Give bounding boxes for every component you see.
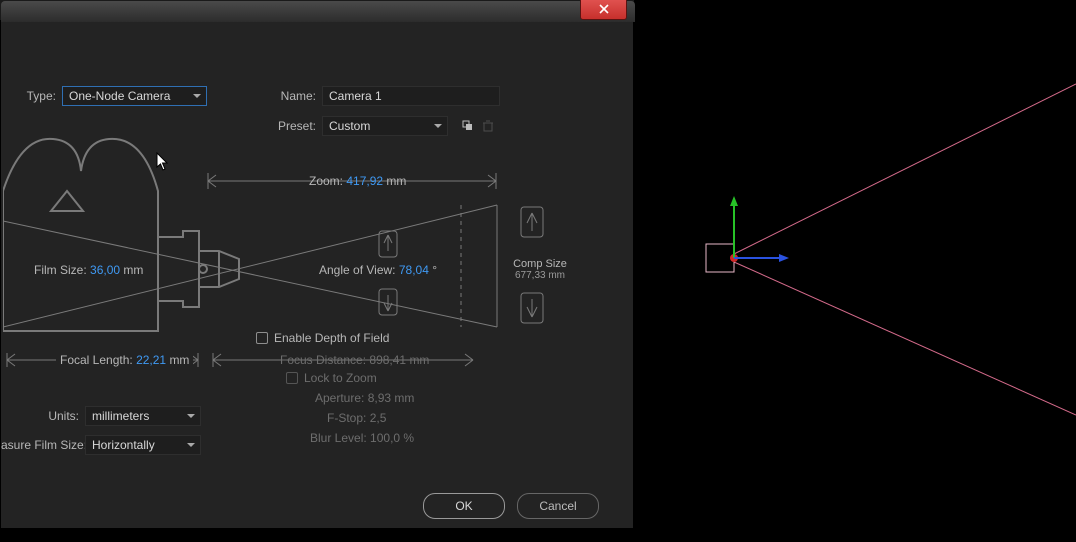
film-size-label: Film Size: bbox=[34, 263, 87, 277]
preset-select[interactable]: Custom bbox=[322, 116, 448, 136]
measure-film-size-label: asure Film Size: bbox=[1, 438, 79, 452]
fstop-value: 2,5 bbox=[370, 411, 387, 425]
focus-distance-unit: mm bbox=[409, 353, 429, 367]
type-label: Type: bbox=[1, 89, 56, 103]
close-icon bbox=[599, 4, 609, 14]
aperture-label: Aperture: bbox=[315, 391, 364, 405]
aperture-unit: mm bbox=[394, 391, 414, 405]
name-label: Name: bbox=[256, 89, 316, 103]
ok-button[interactable]: OK bbox=[423, 493, 505, 519]
cancel-button-label: Cancel bbox=[539, 499, 576, 513]
angle-of-view-value[interactable]: 78,04 bbox=[399, 263, 429, 277]
blur-level-unit: % bbox=[403, 431, 414, 445]
save-preset-button[interactable] bbox=[458, 116, 478, 136]
fstop-label: F-Stop: bbox=[327, 411, 366, 425]
blur-level-value: 100,0 bbox=[370, 431, 400, 445]
measure-film-size-value: Horizontally bbox=[92, 438, 155, 452]
camera-diagram bbox=[3, 131, 603, 346]
lock-to-zoom-label: Lock to Zoom bbox=[304, 371, 377, 385]
name-input-value: Camera 1 bbox=[329, 89, 382, 103]
comp-size-label: Comp Size bbox=[510, 258, 570, 270]
preset-label: Preset: bbox=[256, 119, 316, 133]
mouse-cursor bbox=[156, 152, 170, 175]
comp-size-value: 677,33 mm bbox=[510, 270, 570, 281]
film-size-unit: mm bbox=[123, 263, 143, 277]
composition-viewport[interactable] bbox=[634, 0, 1076, 542]
film-size-value[interactable]: 36,00 bbox=[90, 263, 120, 277]
units-select-value: millimeters bbox=[92, 409, 149, 423]
camera-settings-dialog: Type: One-Node Camera Name: Camera 1 Pre… bbox=[0, 20, 634, 529]
dialog-close-button[interactable] bbox=[580, 0, 627, 20]
zoom-label: Zoom: bbox=[309, 174, 343, 188]
angle-of-view-unit: ° bbox=[432, 263, 437, 277]
chevron-down-icon bbox=[187, 443, 195, 447]
units-select[interactable]: millimeters bbox=[85, 406, 201, 426]
dialog-titlebar[interactable] bbox=[1, 1, 635, 22]
aperture-value: 8,93 bbox=[368, 391, 391, 405]
enable-dof-checkbox[interactable] bbox=[256, 332, 268, 344]
ok-button-label: OK bbox=[455, 499, 472, 513]
lock-to-zoom-checkbox bbox=[286, 372, 298, 384]
enable-dof-label: Enable Depth of Field bbox=[274, 331, 389, 345]
cancel-button[interactable]: Cancel bbox=[517, 493, 599, 519]
chevron-down-icon bbox=[434, 124, 442, 128]
focus-distance-label: Focus Distance: bbox=[280, 353, 366, 367]
chevron-down-icon bbox=[193, 94, 201, 98]
preset-select-value: Custom bbox=[329, 119, 370, 133]
focal-length-unit: mm bbox=[169, 353, 189, 367]
type-select[interactable]: One-Node Camera bbox=[62, 86, 207, 106]
zoom-value[interactable]: 417,92 bbox=[346, 174, 383, 188]
save-preset-icon bbox=[461, 119, 475, 133]
trash-icon bbox=[481, 119, 495, 133]
type-select-value: One-Node Camera bbox=[69, 89, 170, 103]
chevron-down-icon bbox=[187, 414, 195, 418]
blur-level-label: Blur Level: bbox=[310, 431, 367, 445]
delete-preset-button bbox=[478, 116, 498, 136]
viewport-scene bbox=[634, 0, 1076, 542]
focus-distance-value: 898,41 bbox=[369, 353, 406, 367]
angle-of-view-label: Angle of View: bbox=[319, 263, 396, 277]
focal-length-label: Focal Length: bbox=[60, 353, 133, 367]
name-input[interactable]: Camera 1 bbox=[322, 86, 500, 106]
measure-film-size-select[interactable]: Horizontally bbox=[85, 435, 201, 455]
units-label: Units: bbox=[1, 409, 79, 423]
focal-length-value[interactable]: 22,21 bbox=[136, 353, 166, 367]
zoom-unit: mm bbox=[386, 174, 406, 188]
